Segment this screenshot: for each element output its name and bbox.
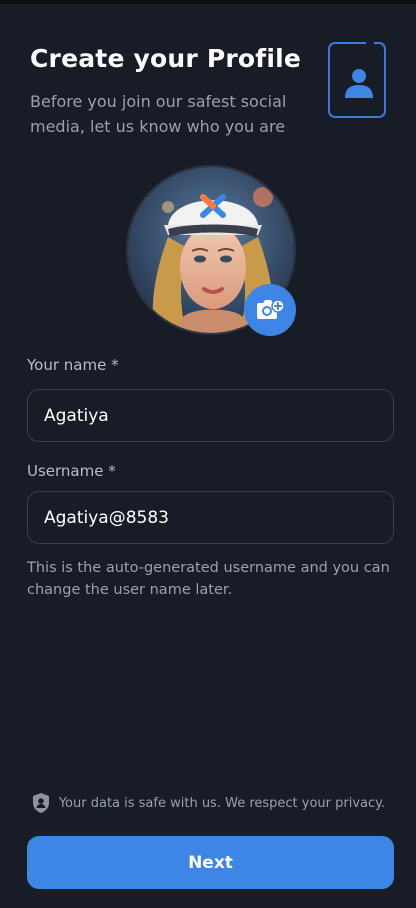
privacy-notice: Your data is safe with us. We respect yo… — [0, 792, 416, 814]
name-label: Your name * — [27, 356, 119, 374]
page-subtitle: Before you join our safest social media,… — [30, 92, 287, 136]
privacy-text: Your data is safe with us. We respect yo… — [58, 795, 386, 811]
username-label: Username * — [27, 462, 116, 480]
page-title: Create your Profile — [30, 44, 302, 73]
user-profile-card-icon — [345, 69, 373, 98]
username-help-text: This is the auto-generated username and … — [27, 560, 390, 598]
name-input[interactable] — [27, 389, 394, 442]
username-input[interactable] — [27, 491, 394, 544]
camera-add-icon — [257, 299, 285, 319]
next-button[interactable]: Next — [27, 836, 394, 889]
status-bar-strip — [0, 0, 416, 4]
profile-card-badge — [328, 41, 386, 118]
shield-user-icon — [32, 793, 49, 813]
badge-notch — [366, 41, 374, 46]
change-photo-button[interactable] — [244, 284, 296, 336]
